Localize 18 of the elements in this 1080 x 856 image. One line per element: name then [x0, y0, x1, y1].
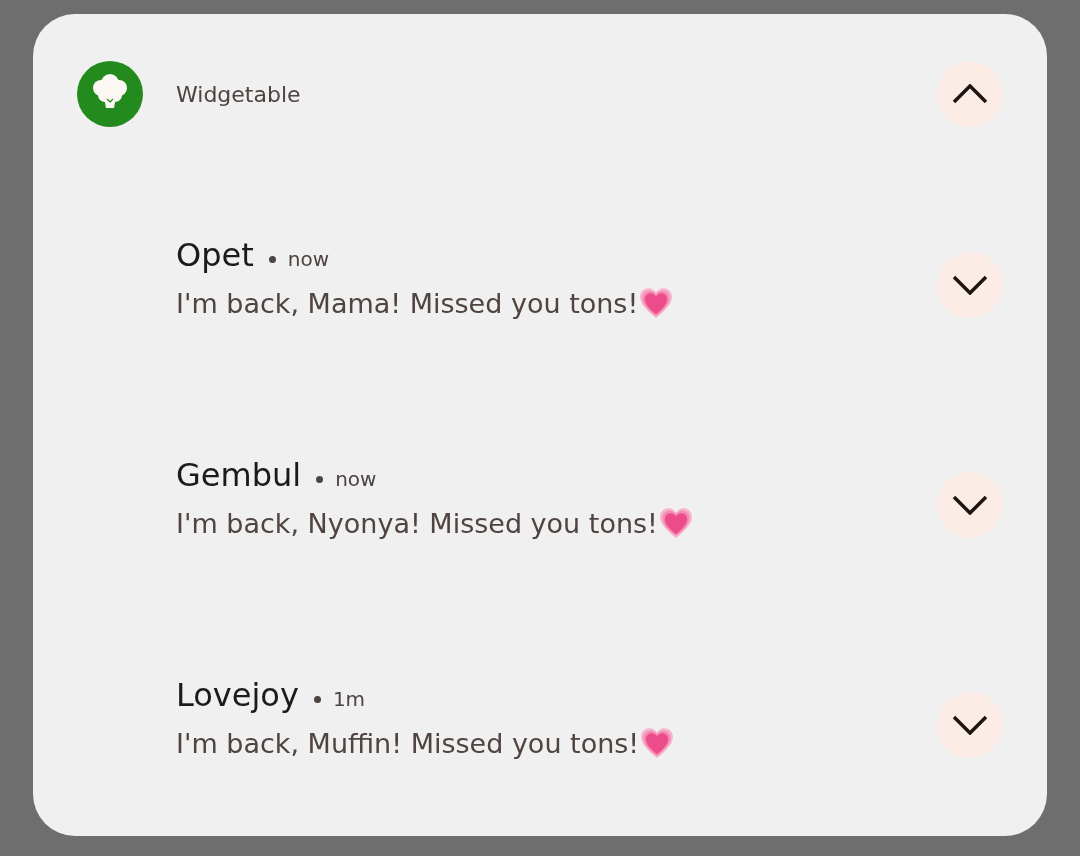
timestamp: now [287, 249, 329, 269]
chevron-down-icon [952, 495, 988, 515]
heart-icon [639, 287, 674, 319]
heart-icon [640, 727, 675, 759]
message-text: I'm back, Nyonya! Missed you tons! [176, 509, 658, 537]
message-text: I'm back, Muffin! Missed you tons! [176, 729, 640, 757]
chevron-up-icon [952, 84, 988, 104]
chevron-down-icon [952, 715, 988, 735]
sender-name: Lovejoy [176, 679, 299, 711]
timestamp: now [335, 469, 377, 489]
app-name: Widgetable [176, 80, 301, 109]
heart-icon [658, 507, 693, 539]
sender-name: Gembul [176, 459, 302, 491]
broccoli-icon [77, 61, 143, 127]
timestamp: 1m [332, 689, 366, 709]
sender-name: Opet [176, 239, 254, 271]
message-text: I'm back, Mama! Missed you tons! [176, 289, 639, 317]
chevron-down-icon [952, 275, 988, 295]
